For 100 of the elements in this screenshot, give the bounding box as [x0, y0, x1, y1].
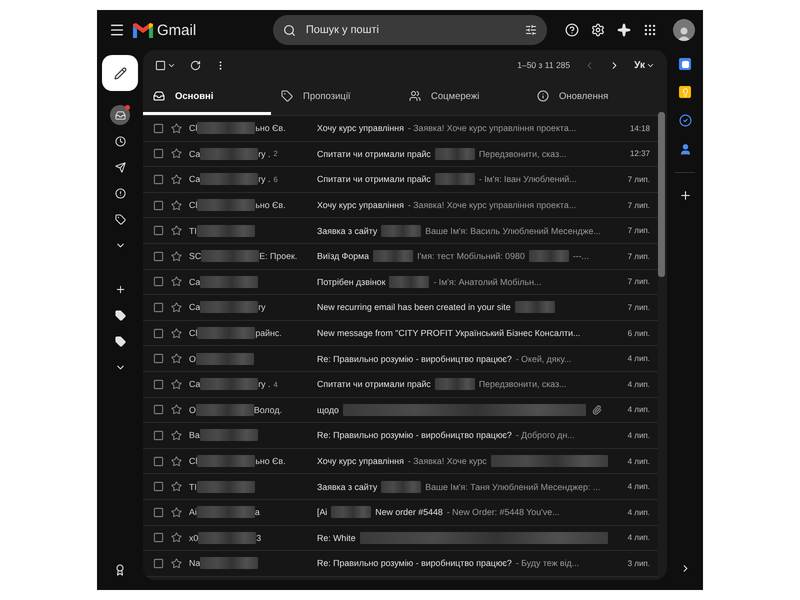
email-row[interactable]: TI Заявка з сайту Ваше Ім'я: Василь Улюблений Месендже... 7 лип. [143, 218, 658, 244]
label-icon[interactable] [114, 310, 126, 320]
settings-icon[interactable] [591, 23, 605, 37]
checkbox[interactable] [153, 200, 164, 211]
checkbox[interactable] [153, 456, 164, 467]
email-snippet: - Ім'я: Анатолий Мобільн... [433, 276, 542, 287]
star-icon[interactable] [171, 456, 182, 467]
email-row[interactable]: Ca ry New recurring email has been created in your site 7 лип. [143, 295, 658, 321]
checkbox[interactable] [153, 404, 164, 416]
email-subject: Re: White [317, 532, 356, 543]
checkbox[interactable] [153, 122, 164, 134]
checkbox[interactable] [153, 225, 164, 236]
star-icon[interactable] [171, 353, 182, 364]
email-subject: New message from "CITY PROFIT Український Бізнес Консалти... [317, 328, 580, 338]
checkbox[interactable] [153, 378, 164, 390]
star-icon[interactable] [171, 404, 182, 416]
star-icon[interactable] [171, 481, 182, 492]
help-icon[interactable] [565, 23, 579, 37]
checkbox[interactable] [153, 481, 164, 492]
inbox-icon[interactable] [114, 110, 126, 120]
star-icon[interactable] [171, 328, 182, 339]
email-date: 3 лип. [626, 558, 650, 568]
avatar-icon[interactable] [673, 19, 695, 41]
star-icon[interactable] [171, 506, 182, 518]
star-icon[interactable] [171, 148, 182, 160]
sender-name: Ca [189, 276, 200, 287]
select-all-checkbox[interactable] [155, 60, 166, 70]
checkbox[interactable] [153, 302, 164, 313]
sender-name: Cl [189, 200, 198, 210]
email-row[interactable]: SC Е: Проек. Виїзд Форма І'мя: тест Мобільний: 0980 ---... 7 лип. [143, 244, 658, 270]
star-icon[interactable] [171, 430, 182, 441]
label-icon[interactable] [114, 214, 126, 224]
compose-button[interactable] [102, 55, 138, 91]
scrollbar[interactable] [658, 112, 665, 277]
email-row[interactable]: Cl ьно Єв. Хочу курс управління - Заявка! Хоче курс 4 лип. [143, 448, 658, 474]
email-row[interactable]: Cl ьно Єв. Хочу курс управління - Заявка! Хоче курс управління проекта... 7 лип. [143, 192, 658, 218]
email-row[interactable]: Na Re: Правильно розумію - виробництво працює? - Буду теж від... 3 лип. [143, 551, 658, 577]
email-date: 4 лип. [626, 380, 650, 389]
checkbox[interactable] [153, 532, 164, 544]
category-tab[interactable]: Оновлення [527, 80, 655, 115]
email-row[interactable]: Cl ьно Єв. Хочу курс управління - Заявка! Хоче курс управління проекта... 14:18 [143, 116, 658, 142]
email-row[interactable]: O Re: Правильно розумію - виробництво працює? - Окей, дяку... 4 лип. [143, 346, 658, 372]
star-icon[interactable] [171, 225, 182, 236]
star-icon[interactable] [171, 276, 182, 288]
star-icon[interactable] [171, 174, 182, 185]
email-date: 12:37 [628, 149, 650, 158]
sparkle-icon[interactable] [617, 23, 631, 37]
inbox-icon [153, 90, 165, 102]
checkbox[interactable] [153, 430, 164, 441]
redacted-block [389, 276, 430, 288]
redacted-block [200, 378, 258, 390]
filter-icon[interactable] [525, 24, 537, 36]
label-icon[interactable] [114, 336, 126, 346]
checkbox[interactable] [153, 148, 164, 160]
clock-icon[interactable] [114, 136, 126, 146]
search-input[interactable]: Пошук у пошті [304, 23, 517, 37]
sender-name: Ca [189, 148, 200, 159]
input-tools-button[interactable]: Ук [634, 60, 655, 70]
person-icon[interactable] [678, 143, 692, 156]
star-icon[interactable] [171, 302, 182, 313]
sender-name: Е: Проек. [259, 251, 298, 262]
category-tab[interactable]: Пропозиції [271, 80, 399, 115]
check-circle-icon[interactable] [678, 114, 692, 127]
refresh-icon[interactable] [190, 60, 201, 70]
send-icon[interactable] [114, 162, 126, 172]
lightbulb-icon[interactable] [679, 86, 691, 98]
email-row[interactable]: Ba Re: Правильно розумію - виробництво працює? - Доброго дн... 4 лип. [143, 423, 658, 449]
checkbox[interactable] [153, 276, 164, 288]
envelope-logo-icon[interactable] [133, 22, 153, 38]
search-icon[interactable] [282, 24, 296, 36]
email-row[interactable]: Ca Потрібен дзвінок - Ім'я: Анатолий Мобільн... 7 лип. [143, 270, 658, 296]
email-row[interactable]: Cl райнс. New message from "CITY PROFIT Український Бізнес Консалти... 6 лип. [143, 320, 658, 346]
email-row[interactable]: O Волод. щодо 4 лип. [143, 398, 658, 424]
star-icon[interactable] [171, 200, 182, 211]
email-subject: Виїзд Форма [317, 251, 370, 262]
alert-icon[interactable] [114, 188, 126, 198]
checkbox[interactable] [153, 174, 164, 185]
checkbox[interactable] [153, 506, 164, 518]
star-icon[interactable] [171, 122, 182, 134]
checkbox[interactable] [153, 250, 164, 262]
menu-icon[interactable] [109, 22, 125, 38]
star-icon[interactable] [171, 532, 182, 544]
checkbox[interactable] [153, 328, 164, 339]
email-snippet: - Заявка! Хоче курс управління проекта... [408, 200, 576, 210]
email-row[interactable]: x0 3 Re: White 4 лип. [143, 526, 658, 552]
email-row[interactable]: Ai a [Ai New order #5448 - New Order: #5448 You've... 4 лип. [143, 500, 658, 526]
email-row[interactable]: TI Заявка з сайту Ваше Ім'я: Таня Улюблений Месенджер: ... 4 лип. [143, 474, 658, 500]
checkbox[interactable] [153, 558, 164, 569]
category-tab[interactable]: Соцмережі [399, 80, 527, 115]
badge-icon[interactable] [114, 564, 126, 576]
apps-icon[interactable] [643, 23, 657, 37]
star-icon[interactable] [171, 558, 182, 569]
calendar-icon[interactable] [679, 58, 691, 70]
plus-icon[interactable] [678, 189, 692, 202]
star-icon[interactable] [171, 378, 182, 390]
search-field[interactable]: Пошук у пошті [272, 15, 547, 45]
checkbox[interactable] [153, 353, 164, 364]
star-icon[interactable] [171, 250, 182, 262]
plus-icon[interactable] [114, 284, 126, 294]
email-snippet: - Доброго дн... [516, 430, 575, 440]
